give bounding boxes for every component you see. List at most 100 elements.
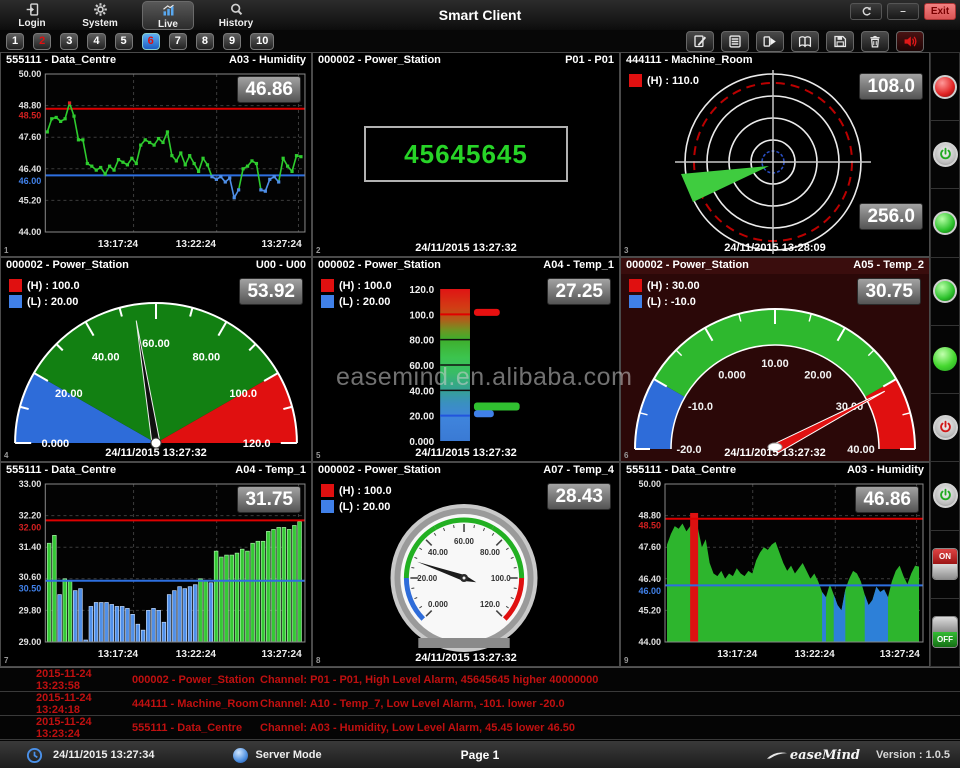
legend-row: (H) : 30.00: [629, 279, 700, 292]
panel-header: 000002 - Power_StationA05 - Temp_2: [621, 258, 929, 274]
svg-text:44.00: 44.00: [638, 637, 661, 647]
legend-label: (L) : 20.00: [339, 296, 390, 308]
exit-button[interactable]: Exit: [924, 3, 956, 20]
svg-text:47.60: 47.60: [19, 132, 42, 142]
rocker-switch-off[interactable]: OFF: [932, 616, 958, 648]
nav-history[interactable]: History: [210, 1, 262, 30]
svg-text:80.00: 80.00: [480, 548, 500, 557]
panel-station: 000002 - Power_Station: [626, 259, 749, 274]
nav-system[interactable]: System: [74, 1, 126, 30]
green-indicator-button[interactable]: [933, 211, 957, 235]
red-power-button[interactable]: [933, 415, 958, 440]
main-nav: Login System Live History: [6, 1, 262, 30]
svg-text:46.40: 46.40: [638, 574, 661, 584]
red-indicator-button[interactable]: [933, 75, 957, 99]
power-icon: [937, 487, 954, 504]
alarm-row-1[interactable]: 2015-11-24 13:23:58000002 - Power_Statio…: [0, 668, 960, 692]
minimize-button[interactable]: –: [887, 3, 919, 20]
sidebar-cell-3: [930, 189, 960, 257]
rocker-switch-on[interactable]: ON: [932, 548, 958, 580]
panel-legend: (H) : 110.0: [629, 74, 699, 87]
svg-text:48.80: 48.80: [19, 101, 42, 111]
legend-row: (H) : 100.0: [321, 484, 392, 497]
panel-body: 4564564524/11/2015 13:27:32: [313, 68, 619, 256]
panel-channel: P01 - P01: [565, 54, 614, 69]
legend-swatch: [321, 484, 334, 497]
svg-text:31.40: 31.40: [19, 542, 42, 552]
svg-text:60.00: 60.00: [454, 537, 474, 546]
svg-text:0.000: 0.000: [718, 370, 746, 382]
tab-1[interactable]: 1: [6, 33, 24, 50]
panel-7-bars: 555111 - Data_CentreA04 - Temp_133.0032.…: [0, 462, 312, 667]
refresh-button[interactable]: [850, 3, 882, 20]
svg-text:13:22:24: 13:22:24: [795, 649, 835, 660]
svg-text:47.60: 47.60: [638, 542, 661, 552]
panel-legend: (H) : 100.0(L) : 20.00: [321, 279, 392, 308]
run-panel-button[interactable]: [756, 31, 784, 52]
legend-label: (L) : 20.00: [339, 501, 390, 513]
panel-body: 50.0048.8048.5047.6046.4046.0045.2044.00…: [1, 68, 311, 256]
edit-icon: [692, 34, 708, 49]
svg-text:20.00: 20.00: [409, 412, 434, 423]
tab-9[interactable]: 9: [223, 33, 241, 50]
legend-row: (L) : 20.00: [321, 295, 392, 308]
svg-text:13:17:24: 13:17:24: [717, 649, 757, 660]
tab-10[interactable]: 10: [250, 33, 274, 50]
panel-station: 000002 - Power_Station: [6, 259, 129, 274]
tab-6[interactable]: 6: [142, 33, 160, 50]
nav-label-system: System: [82, 18, 118, 29]
tab-3[interactable]: 3: [60, 33, 78, 50]
svg-text:13:17:24: 13:17:24: [98, 239, 139, 250]
legend-label: (H) : 110.0: [647, 75, 699, 87]
svg-text:13:22:24: 13:22:24: [176, 239, 217, 250]
nav-live[interactable]: Live: [142, 1, 194, 30]
svg-text:45.20: 45.20: [638, 605, 661, 615]
book-icon: [797, 34, 813, 49]
grid-list-button[interactable]: [721, 31, 749, 52]
green-power-button[interactable]: [933, 483, 958, 508]
green-indicator-button[interactable]: [933, 279, 957, 303]
panel-body: 0.00020.0040.0060.0080.00100.0120.0(H) :…: [313, 478, 619, 666]
panel-station: 555111 - Data_Centre: [626, 464, 736, 479]
svg-text:80.00: 80.00: [409, 336, 434, 347]
value-readout-bottom: 256.0: [859, 203, 923, 230]
value-readout: 46.86: [855, 486, 919, 513]
green-power-button[interactable]: [933, 142, 958, 167]
svg-text:20.00: 20.00: [804, 370, 832, 382]
svg-text:46.00: 46.00: [638, 586, 661, 596]
svg-text:100.0: 100.0: [409, 310, 434, 321]
sound-icon: [902, 34, 918, 49]
panel-9-area: 555111 - Data_CentreA03 - Humidity50.004…: [620, 462, 930, 667]
trash-button[interactable]: [861, 31, 889, 52]
tab-8[interactable]: 8: [196, 33, 214, 50]
refresh-icon: [860, 5, 873, 18]
panel-header: 555111 - Data_CentreA04 - Temp_1: [1, 463, 311, 479]
sidebar-cell-8: ON: [930, 531, 960, 599]
legend-label: (H) : 30.00: [647, 280, 700, 292]
sound-button[interactable]: [896, 31, 924, 52]
alarm-row-2[interactable]: 2015-11-24 13:24:18444111 - Machine_Room…: [0, 692, 960, 716]
tab-5[interactable]: 5: [115, 33, 133, 50]
tab-4[interactable]: 4: [87, 33, 105, 50]
nav-login[interactable]: Login: [6, 1, 58, 30]
legend-row: (L) : -10.0: [629, 295, 700, 308]
svg-text:13:22:24: 13:22:24: [176, 649, 217, 660]
trash-icon: [867, 34, 883, 49]
tab-2[interactable]: 2: [33, 33, 51, 50]
alarm-message: Channel: A10 - Temp_7, Low Level Alarm, …: [260, 698, 960, 710]
save-button[interactable]: [826, 31, 854, 52]
legend-label: (L) : -10.0: [647, 296, 696, 308]
book-button[interactable]: [791, 31, 819, 52]
panel-legend: (H) : 100.0 (L) : 20.00: [321, 484, 392, 513]
panel-header: 555111 - Data_CentreA03 - Humidity: [1, 53, 311, 69]
edit-button[interactable]: [686, 31, 714, 52]
value-readout: 46.86: [237, 76, 301, 103]
tab-7[interactable]: 7: [169, 33, 187, 50]
legend-swatch: [9, 279, 22, 292]
legend-swatch: [321, 279, 334, 292]
sidebar-cell-4: [930, 258, 960, 326]
alarm-row-3[interactable]: 2015-11-24 13:23:24555111 - Data_CentreC…: [0, 716, 960, 740]
svg-text:100.0: 100.0: [491, 574, 511, 583]
green-led-indicator[interactable]: [933, 347, 957, 371]
panel-body: 33.0032.2032.0031.4030.6030.5029.8029.00…: [1, 478, 311, 666]
